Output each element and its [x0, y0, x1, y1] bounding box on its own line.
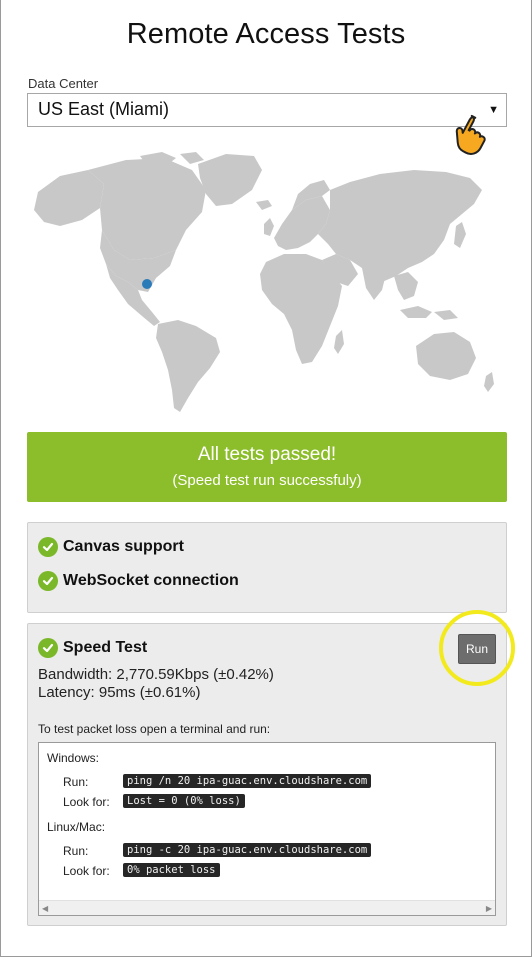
speed-test-panel: Speed Test Run Bandwidth: 2,770.59Kbps (…: [27, 623, 507, 926]
data-center-select[interactable]: US East (Miami) ▼: [27, 93, 507, 127]
data-center-value: US East (Miami): [38, 99, 170, 119]
check-canvas-support: Canvas support: [38, 537, 184, 557]
checks-panel: Canvas support WebSocket connection: [27, 522, 507, 613]
location-dot: [142, 279, 152, 289]
check-websocket-connection: WebSocket connection: [38, 571, 239, 591]
os-windows-label: Windows:: [47, 751, 100, 765]
scroll-left-icon[interactable]: ◀: [42, 904, 48, 913]
speed-test-heading: Speed Test: [38, 638, 147, 658]
status-headline: All tests passed!: [197, 444, 337, 465]
check-circle-icon: [38, 571, 58, 591]
linux-run-command: ping -c 20 ipa-guac.env.cloudshare.com: [123, 843, 372, 857]
run-button-highlight: [439, 610, 515, 686]
packet-loss-instructions[interactable]: Windows: Run: ping /n 20 ipa-guac.env.cl…: [38, 742, 496, 916]
check-circle-icon: [38, 537, 58, 557]
status-banner: All tests passed! (Speed test run succes…: [27, 432, 507, 502]
os-linux-label: Linux/Mac:: [47, 820, 106, 834]
scroll-right-icon[interactable]: ▶: [486, 904, 492, 913]
page-title: Remote Access Tests: [126, 18, 406, 50]
check-label: Canvas support: [63, 538, 184, 555]
bandwidth-value: Bandwidth: 2,770.59Kbps (±0.42%): [38, 666, 274, 683]
linux-run-label: Run:: [63, 844, 89, 858]
packet-loss-hint: To test packet loss open a terminal and …: [38, 722, 271, 736]
horizontal-scrollbar[interactable]: ◀ ▶: [39, 900, 495, 915]
world-map: [34, 152, 494, 412]
speed-test-title: Speed Test: [63, 639, 148, 656]
linux-look-label: Look for:: [63, 864, 110, 878]
windows-look-label: Look for:: [63, 795, 110, 809]
check-label: WebSocket connection: [63, 572, 239, 589]
data-center-label: Data Center: [28, 76, 99, 91]
status-detail: (Speed test run successfuly): [172, 472, 362, 489]
linux-look-value: 0% packet loss: [123, 863, 220, 877]
windows-look-value: Lost = 0 (0% loss): [123, 794, 245, 808]
latency-value: Latency: 95ms (±0.61%): [38, 684, 201, 701]
check-circle-icon: [38, 638, 58, 658]
windows-run-command: ping /n 20 ipa-guac.env.cloudshare.com: [123, 774, 372, 788]
windows-run-label: Run:: [63, 775, 89, 789]
